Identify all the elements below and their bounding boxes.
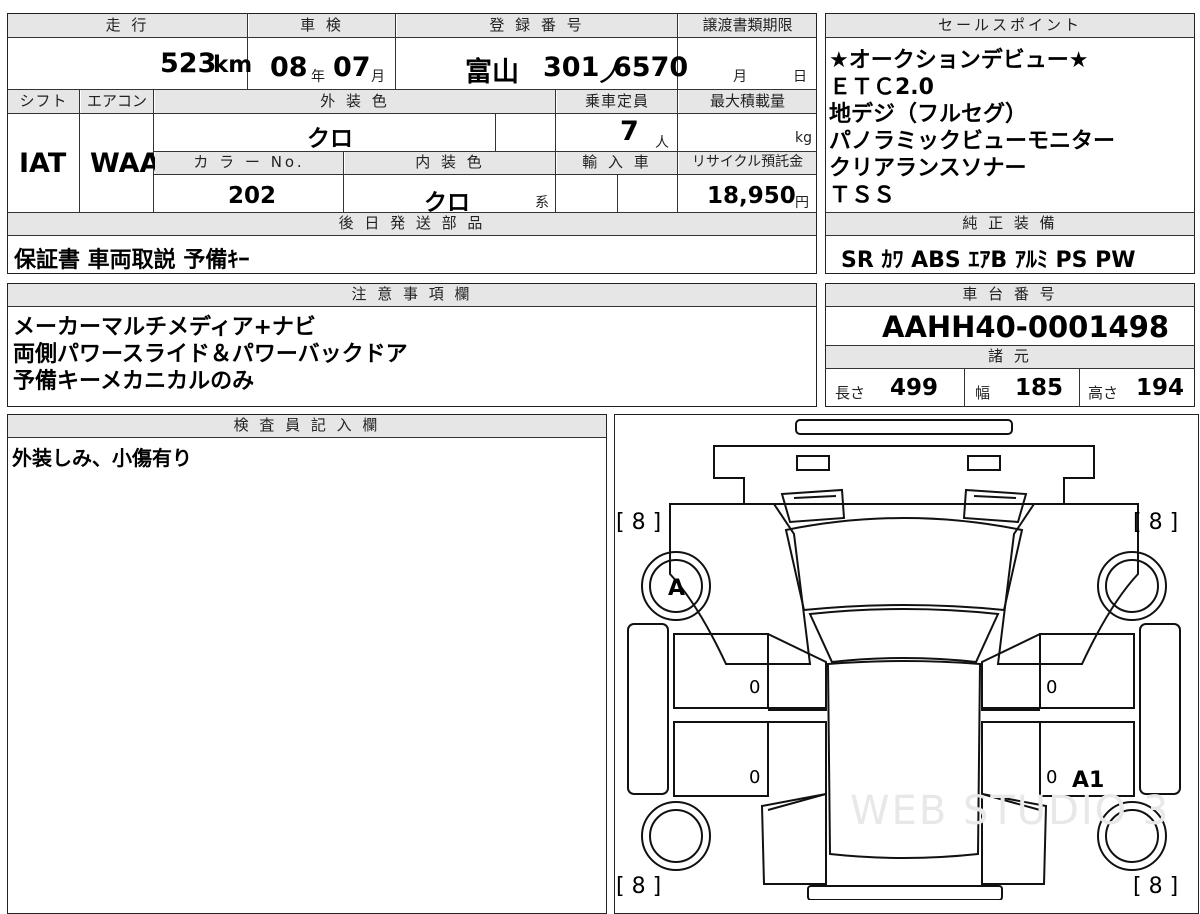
header-capacity: 乗車定員 [557,90,677,113]
length-label: 長さ [835,384,866,402]
header-mileage: 走 行 [8,14,247,37]
damage-mark-front-left: A [668,576,686,601]
height-label: 高さ [1088,384,1119,402]
inspector-box [7,414,607,914]
registration-number: 6570 [613,52,689,83]
header-max-load: 最大積載量 [679,90,816,113]
door-front-left-code: 0 [749,677,761,698]
tire-rear-left: [ 8 ] [616,874,662,899]
year-unit: 年 [311,69,325,85]
door-front-right-code: 0 [1046,677,1058,698]
interior-suffix: 系 [535,195,549,211]
inspection-month: 07 [333,52,371,83]
header-chassis: 車 台 番 号 [826,284,1194,306]
inspection-year: 08 [270,52,308,83]
sales-point-4: パノラミックビューモニター [829,129,1116,154]
width-value: 185 [1015,375,1064,401]
header-genuine-equipment: 純 正 装 備 [826,213,1194,235]
color-no-value: 202 [228,183,277,209]
deadline-month-unit: 月 [733,69,747,85]
registration-area: 富山 [465,57,519,88]
header-sales-points: セールスポイント [826,14,1194,37]
header-import: 輸 入 車 [557,152,677,174]
note-line-2: 両側パワースライド＆パワーバックドア [13,342,408,367]
header-recycle: リサイクル預託金 [679,152,816,174]
door-rear-right-code: 0 [1046,767,1058,788]
length-value: 499 [890,375,939,401]
header-aircon: エアコン [81,90,153,113]
sales-point-2: ＥＴＣ2.0 [829,75,934,100]
header-transfer-deadline: 譲渡書類期限 [679,14,816,37]
note-line-3: 予備キーメカニカルのみ [13,369,255,394]
watermark-text: WEB STUDIO 3 [850,788,1171,834]
max-load-unit: kg [795,130,812,146]
inspector-comment: 外装しみ、小傷有り [12,446,192,470]
header-shift: シフト [8,90,79,113]
mileage-unit: km [213,52,253,78]
month-unit: 月 [371,69,385,85]
shift-value: IAT [19,148,67,179]
header-color-no: カ ラ ー No. [155,152,343,174]
height-value: 194 [1136,375,1185,401]
genuine-equipment-value: SR ｶﾜ ABS ｴｱB ｱﾙﾐ PS PW [841,248,1136,273]
exterior-color-value: クロ [307,126,353,152]
sales-point-1: ★オークションデビュー★ [829,48,1089,73]
sales-point-5: クリアランスソナー [829,156,1027,181]
recycle-value: 18,950 [707,183,796,209]
header-interior-color: 内 装 色 [345,152,555,174]
sales-point-3: 地デジ（フルセグ） [829,102,1028,127]
header-registration: 登 録 番 号 [397,14,677,37]
tire-front-left: [ 8 ] [616,510,662,535]
capacity-unit: 人 [655,135,669,151]
door-rear-left-code: 0 [749,767,761,788]
deadline-day-unit: 日 [793,69,807,85]
mileage-value: 523 [160,48,217,79]
sales-point-6: ＴＳＳ [829,183,896,208]
note-line-1: メーカーマルチメディア+ナビ [13,315,316,340]
aircon-value: WAA [90,148,161,179]
header-specs: 諸 元 [826,346,1194,368]
tire-front-right: [ 8 ] [1133,510,1179,535]
capacity-value: 7 [620,116,639,147]
chassis-number: AAHH40-0001498 [882,310,1170,344]
recycle-unit: 円 [795,195,809,211]
header-inspector: 検 査 員 記 入 欄 [8,415,606,437]
header-later-parts: 後 日 発 送 部 品 [8,213,816,235]
registration-class: 301 [543,52,600,83]
header-exterior-color: 外 装 色 [155,90,555,113]
width-label: 幅 [975,384,991,402]
tire-rear-right: [ 8 ] [1133,874,1179,899]
later-parts-value: 保証書 車両取説 予備ｷｰ [14,248,250,273]
header-inspection: 車 検 [249,14,395,37]
header-notes: 注 意 事 項 欄 [8,284,816,306]
